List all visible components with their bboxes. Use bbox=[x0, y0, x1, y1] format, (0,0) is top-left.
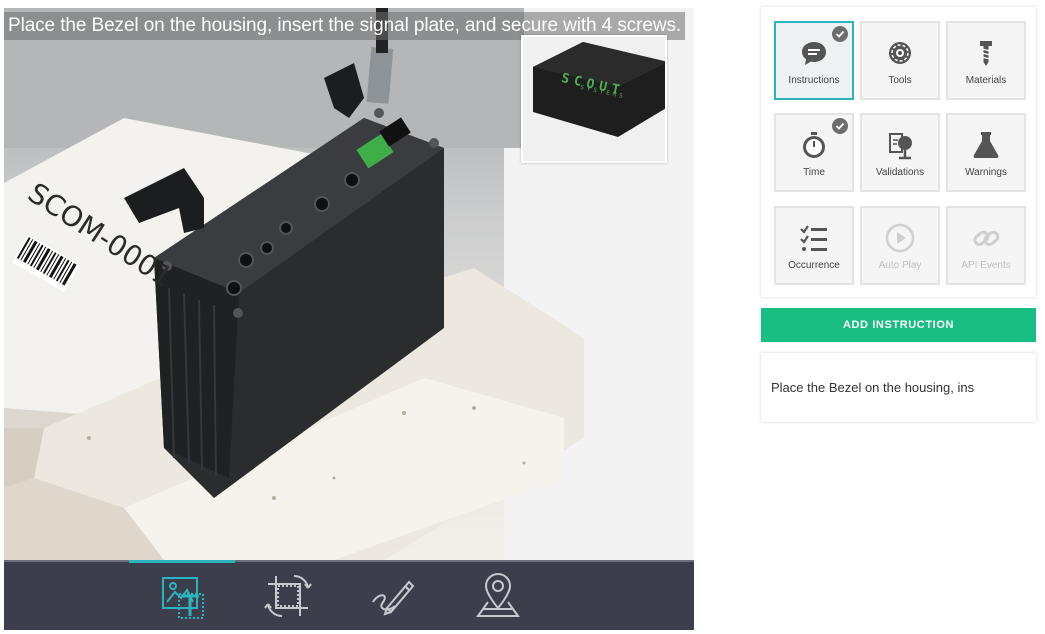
tile-label: API Events bbox=[961, 260, 1011, 271]
tile-label: Occurrence bbox=[788, 260, 840, 271]
speech-bubble-icon bbox=[802, 42, 826, 65]
instruction-photo[interactable]: SCOM-0001 Place the Bezel on the housing… bbox=[4, 8, 694, 560]
check-badge-icon bbox=[832, 26, 848, 42]
tile-label: Auto Play bbox=[878, 260, 922, 271]
location-tool-button[interactable] bbox=[470, 568, 526, 624]
tile-label: Warnings bbox=[965, 167, 1007, 178]
stopwatch-icon bbox=[803, 132, 825, 158]
tile-auto-play[interactable]: Auto Play bbox=[860, 206, 940, 285]
play-circle-icon bbox=[885, 223, 915, 253]
tile-label: Validations bbox=[875, 167, 925, 178]
draw-tool-button[interactable] bbox=[365, 568, 421, 624]
screw-icon bbox=[980, 41, 992, 66]
step-attributes-panel: Instructions Tools Materials Time Valida… bbox=[761, 7, 1036, 297]
tile-label: Tools bbox=[888, 75, 912, 86]
tile-materials[interactable]: Materials bbox=[946, 21, 1026, 100]
text-overlay-tool-button[interactable] bbox=[129, 560, 235, 624]
tile-time[interactable]: Time bbox=[774, 113, 854, 192]
crop-rotate-icon bbox=[264, 574, 312, 618]
tile-warnings[interactable]: Warnings bbox=[946, 113, 1026, 192]
editor-toolbar bbox=[4, 560, 694, 630]
check-badge-icon bbox=[832, 118, 848, 134]
tile-instructions[interactable]: Instructions bbox=[774, 21, 854, 100]
checklist-icon bbox=[800, 225, 827, 251]
pencil-icon bbox=[372, 580, 415, 616]
gear-icon bbox=[889, 42, 911, 64]
tile-occurrence[interactable]: Occurrence bbox=[774, 206, 854, 285]
crop-rotate-tool-button[interactable] bbox=[260, 568, 316, 624]
thumbnail-box-image bbox=[523, 37, 665, 161]
instruction-text-field[interactable]: Place the Bezel on the housing, ins bbox=[761, 353, 1036, 422]
text-image-icon bbox=[162, 577, 204, 619]
tile-validations[interactable]: Validations bbox=[860, 113, 940, 192]
link-icon bbox=[973, 230, 1000, 246]
reference-thumbnail[interactable]: SCOUT SYSTEMS bbox=[521, 35, 667, 163]
tile-api-events[interactable]: API Events bbox=[946, 206, 1026, 285]
flask-icon bbox=[973, 132, 999, 158]
tile-label: Instructions bbox=[788, 75, 840, 86]
map-pin-icon bbox=[476, 573, 520, 617]
add-instruction-button[interactable]: ADD INSTRUCTION bbox=[761, 308, 1036, 342]
tile-tools[interactable]: Tools bbox=[860, 21, 940, 100]
tile-label: Time bbox=[803, 167, 825, 178]
photo-editor: SCOM-0001 Place the Bezel on the housing… bbox=[4, 8, 694, 630]
tile-label: Materials bbox=[965, 75, 1007, 86]
validation-icon bbox=[889, 133, 912, 160]
